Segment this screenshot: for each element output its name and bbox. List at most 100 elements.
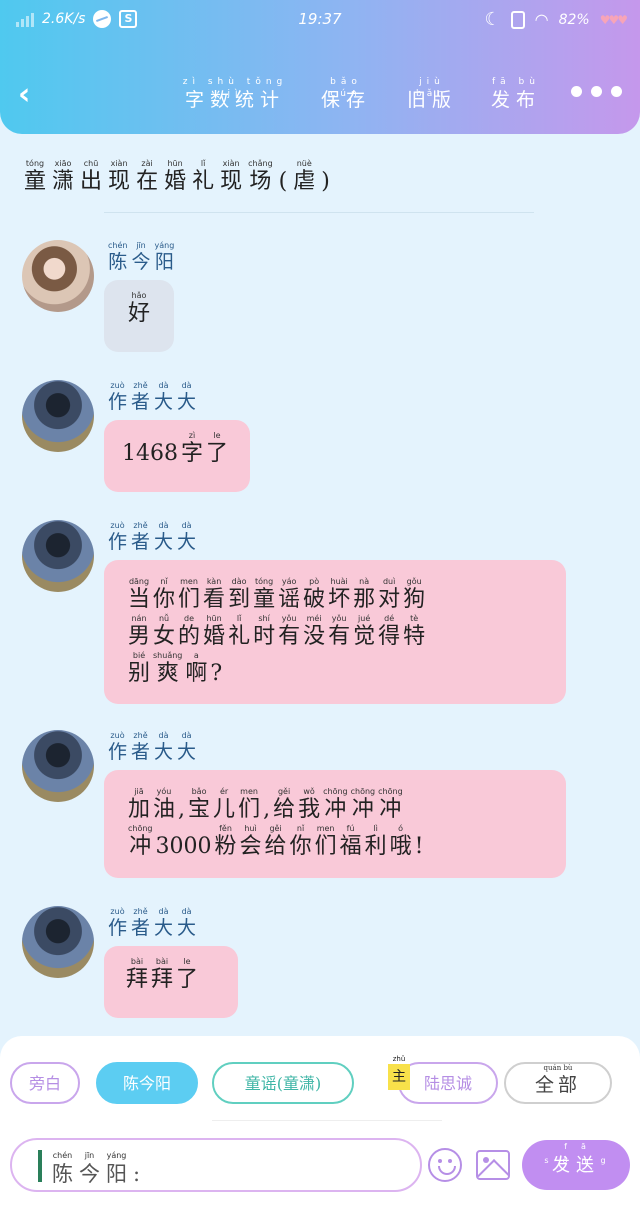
hanzi: 别 <box>128 661 151 686</box>
pinyin: dà <box>158 381 169 390</box>
hanzi: 字 <box>181 441 204 466</box>
hanzi: 婚 <box>203 624 226 649</box>
hanzi: 作 <box>108 391 128 413</box>
pinyin: ér <box>219 787 229 796</box>
ruby-char: dà 大 <box>177 380 196 413</box>
send-button[interactable]: fā sòng 发送 <box>522 1140 630 1190</box>
ruby-char: zuò 作 <box>108 520 127 553</box>
message-bubble[interactable]: dāng 当 nǐ 你 men 们 kàn 看 dào 到 tóng 童 yáo 谣 pò 破 huài 坏 nà 那… <box>104 560 566 704</box>
role-chip-all-label: 全部 <box>534 1074 581 1096</box>
ruby-char: shuǎng 爽 <box>153 650 182 687</box>
role-chip-lu[interactable]: 陆思诚 <box>398 1062 498 1104</box>
pinyin: zuò <box>110 521 125 530</box>
hanzi: 粉 <box>214 834 237 859</box>
avatar[interactable] <box>22 520 94 592</box>
ruby-char: chǎng 场 <box>248 158 273 198</box>
hanzi: ! <box>414 834 424 859</box>
hanzi: 没 <box>303 624 326 649</box>
pinyin: tóng <box>254 577 274 586</box>
status-bar: 2.6K/s S 19:37 ☾ ◠ 82% ♥♥♥ <box>0 0 640 42</box>
ruby-char: dà 大 <box>154 380 173 413</box>
ruby-char: jiā 加 <box>128 786 150 823</box>
message-bubble[interactable]: jiā 加 yóu 油, bǎo 宝 ér 儿 men 们, gěi 给 wǒ 我 chōng 冲 chōng 冲… <box>104 770 566 878</box>
ruby-char: ( <box>279 158 288 198</box>
text-line: 1468 zì 字 le 了 <box>122 430 232 467</box>
avatar[interactable] <box>22 730 94 802</box>
role-chip-all[interactable]: quán bù 全部 <box>504 1062 612 1104</box>
hanzi: 你 <box>289 834 312 859</box>
ruby-char: lǐ 礼 <box>228 613 250 650</box>
hanzi: 者 <box>131 531 151 553</box>
protagonist-badge: zhǔ 主 <box>388 1055 410 1090</box>
header: 2.6K/s S 19:37 ☾ ◠ 82% ♥♥♥ ‹ zì shù tǒng… <box>0 0 640 134</box>
role-chip-chen[interactable]: 陈今阳 <box>96 1062 198 1104</box>
emoji-icon[interactable] <box>428 1148 462 1182</box>
ruby-char: dà 大 <box>154 906 173 939</box>
hanzi: 虐 <box>293 169 316 194</box>
hanzi: 作 <box>108 531 128 553</box>
ruby-char: yáo 谣 <box>278 576 300 613</box>
hanzi: 童 <box>253 587 276 612</box>
status-right: ☾ ◠ 82% ♥♥♥ <box>484 9 628 30</box>
hanzi: 礼 <box>228 624 251 649</box>
ruby-char: gěi 给 <box>265 823 287 860</box>
role-chip-aside[interactable]: 旁白 <box>10 1062 80 1104</box>
text-line: bài 拜 bài 拜 le 了 <box>126 956 216 993</box>
hanzi: 作 <box>108 741 128 763</box>
ruby-char: nán 男 <box>128 613 150 650</box>
ruby-char: yóu 油 <box>153 786 175 823</box>
old-version-pinyin: jiù bǎn <box>416 77 448 99</box>
ruby-char: chōng 冲 <box>351 786 376 823</box>
ruby-char: chén 陈 <box>108 240 127 273</box>
image-icon[interactable] <box>476 1150 510 1180</box>
ruby-char: lì 利 <box>365 823 387 860</box>
sender-name: chén 陈 jīn 今 yáng 阳 <box>108 240 174 273</box>
hanzi: 拜 <box>151 967 174 992</box>
back-icon[interactable]: ‹ <box>18 76 52 116</box>
pinyin: chōng <box>350 787 376 796</box>
old-version-button[interactable]: jiù bǎn 旧版 <box>404 76 460 116</box>
pinyin: pò <box>309 577 320 586</box>
avatar[interactable] <box>22 240 94 312</box>
hanzi: 婚 <box>164 169 187 194</box>
hanzi: 有 <box>328 624 351 649</box>
sender-name: zuò 作 zhě 者 dà 大 dà 大 <box>108 520 196 553</box>
hanzi: 场 <box>249 169 272 194</box>
hanzi: 时 <box>253 624 276 649</box>
message-bubble[interactable]: 1468 zì 字 le 了 <box>104 420 250 492</box>
pinyin: men <box>240 787 258 796</box>
hanzi: 大 <box>154 741 174 763</box>
message-bubble[interactable]: bài 拜 bài 拜 le 了 <box>104 946 238 1018</box>
avatar[interactable] <box>22 906 94 978</box>
hanzi: 童 <box>24 169 47 194</box>
hanzi: 狗 <box>403 587 426 612</box>
message-bubble[interactable]: hǎo 好 <box>104 280 174 352</box>
role-chip-tong[interactable]: 童谣(童潇) <box>212 1062 354 1104</box>
pinyin: dà <box>181 381 192 390</box>
pinyin: yáng <box>106 1151 127 1160</box>
hanzi: 陈 <box>52 1162 73 1186</box>
hanzi: 爽 <box>156 661 179 686</box>
more-icon[interactable] <box>571 86 622 97</box>
hanzi: 出 <box>80 169 103 194</box>
story-title[interactable]: tóng 童 xiāo 潇 chū 出 xiàn 现 zài 在 hūn 婚 lǐ 礼 xiàn 现 chǎng… <box>24 158 330 198</box>
role-chip-lu-label: 陆思诚 <box>423 1074 472 1093</box>
avatar[interactable] <box>22 380 94 452</box>
pinyin: nǐ <box>296 824 305 833</box>
ruby-char: wǒ 我 <box>298 786 320 823</box>
publish-button[interactable]: fā bù 发布 <box>488 76 544 116</box>
word-count-button[interactable]: zì shù tǒng jì 字数统计 <box>180 76 290 116</box>
ruby-char: dà 大 <box>177 520 196 553</box>
hanzi: 们 <box>314 834 337 859</box>
text-line: nán 男 nǚ 女 de 的 hūn 婚 lǐ 礼 shí 时 yǒu 有 méi 没 yǒu 有 jué 觉 dé 得… <box>128 613 542 650</box>
ruby-char: men 们 <box>315 823 337 860</box>
message-input[interactable]: chén 陈 jīn 今 yáng 阳: <box>10 1138 422 1192</box>
ruby-char: gǒu 狗 <box>403 576 425 613</box>
pinyin: nǐ <box>160 577 168 586</box>
hanzi: , <box>178 797 186 822</box>
pinyin: men <box>316 824 335 833</box>
pinyin: shí <box>258 614 270 623</box>
save-button[interactable]: bǎo cún 保存 <box>318 76 374 116</box>
ruby-char: a啊 <box>185 650 207 687</box>
ruby-char: fěn 粉 <box>215 823 237 860</box>
